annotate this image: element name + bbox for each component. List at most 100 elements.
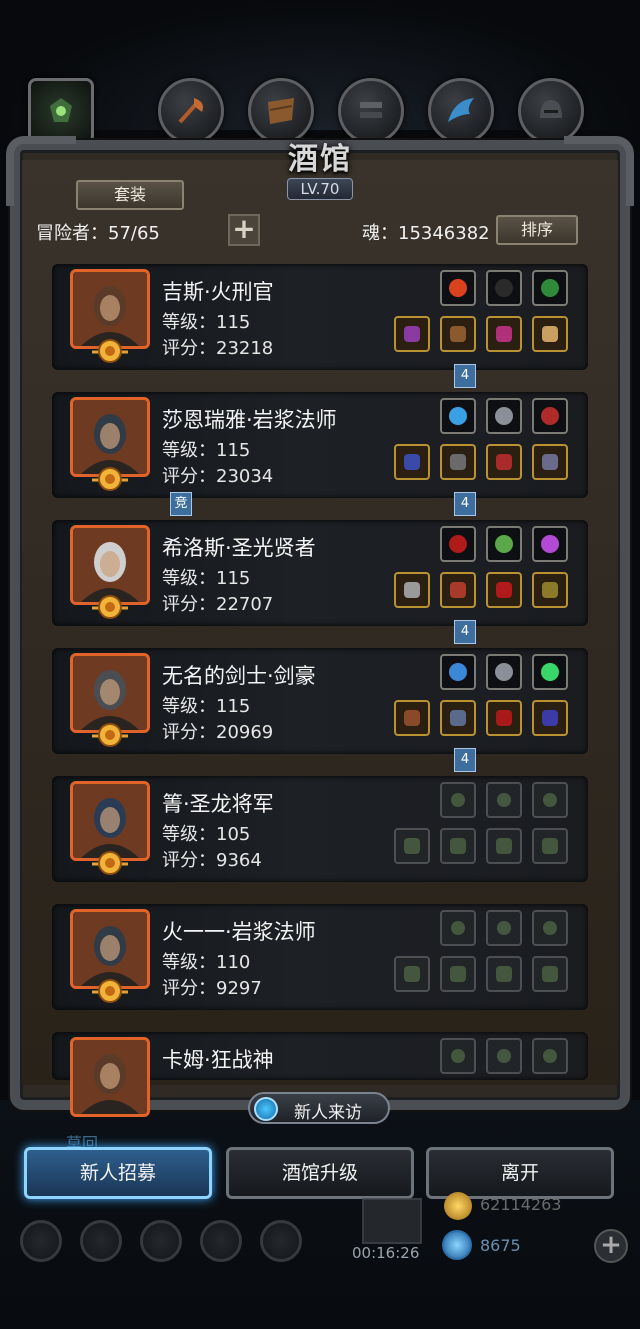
equipment-slot[interactable]: [486, 398, 522, 434]
hero-row[interactable]: 吉斯·火刑官 等级：115 评分：23218: [52, 264, 588, 370]
tavern-upgrade-button[interactable]: 酒馆升级: [226, 1147, 414, 1199]
gold-coin-icon: [444, 1192, 472, 1220]
equipment-slot[interactable]: [440, 398, 476, 434]
equipment-slot[interactable]: [440, 956, 476, 992]
equipment-slot[interactable]: [486, 572, 522, 608]
equipment-slot[interactable]: [486, 316, 522, 352]
hero-row[interactable]: 无名的剑士·剑豪 等级：115 评分：20969: [52, 648, 588, 754]
adventurer-count: 冒险者：57/65: [36, 223, 160, 244]
gem-amount: 8675: [480, 1236, 521, 1255]
hero-row[interactable]: 卡姆·狂战神: [52, 1032, 588, 1117]
frame-corner: [6, 136, 76, 206]
hero-portrait[interactable]: [70, 1037, 150, 1117]
soul-count: 魂：15346382: [362, 223, 490, 244]
equipment-slot[interactable]: [440, 270, 476, 306]
equipment-slot[interactable]: [486, 828, 522, 864]
hero-name: 吉斯·火刑官: [162, 280, 274, 304]
rank-crest-icon: [92, 976, 128, 1006]
new-visitor-label: 新人来访: [294, 1103, 362, 1123]
menu-icon[interactable]: [80, 1220, 122, 1262]
equipment-slot[interactable]: [532, 572, 568, 608]
hero-row[interactable]: 莎恩瑞雅·岩浆法师 等级：115 评分：23034: [52, 392, 588, 498]
equipment-slot[interactable]: [532, 828, 568, 864]
equipment-slot[interactable]: [440, 316, 476, 352]
equipment-slot[interactable]: [532, 316, 568, 352]
equipment-slot[interactable]: [440, 444, 476, 480]
hero-level: 等级：115: [162, 696, 251, 717]
equipment-slot[interactable]: [532, 956, 568, 992]
equipment-slot[interactable]: [440, 654, 476, 690]
hero-level: 等级：115: [162, 568, 251, 589]
equipment-slot[interactable]: [394, 828, 430, 864]
equipment-slot[interactable]: [532, 782, 568, 818]
equipment-slot[interactable]: [394, 316, 430, 352]
hero-score: 评分：23034: [162, 466, 274, 487]
rank-crest-icon: [92, 336, 128, 366]
equipment-slot[interactable]: [440, 910, 476, 946]
equipment-slot[interactable]: [486, 782, 522, 818]
hero-score: 评分：9297: [162, 978, 262, 999]
recruit-button[interactable]: 新人招募: [24, 1147, 212, 1199]
equipment-slot[interactable]: [394, 444, 430, 480]
linked-count-tag: 4: [454, 748, 476, 772]
equipment-slot[interactable]: [394, 572, 430, 608]
rank-crest-icon: [92, 848, 128, 878]
equipment-slot[interactable]: [440, 782, 476, 818]
equipment-slot[interactable]: [532, 444, 568, 480]
linked-count-tag: 4: [454, 492, 476, 516]
equipment-slot[interactable]: [532, 526, 568, 562]
menu-icon[interactable]: [20, 1220, 62, 1262]
linked-count-tag: 4: [454, 620, 476, 644]
wing-icon[interactable]: [428, 78, 494, 144]
equipment-slot[interactable]: [532, 700, 568, 736]
equipment-slot[interactable]: [486, 956, 522, 992]
page-title: 酒馆: [288, 142, 352, 177]
equipment-slot[interactable]: [394, 700, 430, 736]
hero-name: 无名的剑士·剑豪: [162, 664, 316, 688]
helmet-icon[interactable]: [518, 78, 584, 144]
hero-name: 箐·圣龙将军: [162, 792, 274, 816]
equipment-slot[interactable]: [440, 1038, 476, 1074]
hero-score: 评分：22707: [162, 594, 274, 615]
hero-row[interactable]: 希洛斯·圣光贤者 等级：115 评分：22707: [52, 520, 588, 626]
equipment-slot[interactable]: [486, 526, 522, 562]
equipment-slot[interactable]: [394, 956, 430, 992]
new-visitor-button[interactable]: 新人来访: [248, 1092, 390, 1124]
add-adventurer-button[interactable]: +: [228, 214, 260, 246]
suit-button[interactable]: 套装: [76, 180, 184, 210]
menu-icon[interactable]: [200, 1220, 242, 1262]
hero-score: 评分：23218: [162, 338, 274, 359]
guild-icon[interactable]: [28, 78, 94, 144]
menu-icon[interactable]: [140, 1220, 182, 1262]
equipment-slot[interactable]: [440, 572, 476, 608]
frame-corner: [564, 136, 634, 206]
hero-row[interactable]: 箐·圣龙将军 等级：105 评分：9364: [52, 776, 588, 882]
visitor-icon: [254, 1097, 278, 1121]
equipment-slot[interactable]: [486, 910, 522, 946]
equipment-slot[interactable]: [532, 654, 568, 690]
equipment-slot[interactable]: [486, 1038, 522, 1074]
equipment-slot[interactable]: [486, 444, 522, 480]
equipment-slot[interactable]: [440, 526, 476, 562]
hero-level: 等级：110: [162, 952, 251, 973]
equipment-slot[interactable]: [532, 1038, 568, 1074]
equipment-slot[interactable]: [532, 270, 568, 306]
add-currency-button[interactable]: +: [594, 1229, 628, 1263]
equipment-slot[interactable]: [440, 828, 476, 864]
menu-icon[interactable]: [260, 1220, 302, 1262]
hero-score: 评分：9364: [162, 850, 262, 871]
sort-button[interactable]: 排序: [496, 215, 578, 245]
equipment-slot[interactable]: [486, 700, 522, 736]
leave-button[interactable]: 离开: [426, 1147, 614, 1199]
hero-row[interactable]: 火一一·岩浆法师 等级：110 评分：9297: [52, 904, 588, 1010]
axe-icon[interactable]: [158, 78, 224, 144]
hero-name: 卡姆·狂战神: [162, 1048, 274, 1072]
equipment-slot[interactable]: [486, 654, 522, 690]
gift-box-icon[interactable]: [362, 1198, 422, 1244]
equipment-slot[interactable]: [440, 700, 476, 736]
equipment-slot[interactable]: [532, 398, 568, 434]
equipment-slot[interactable]: [532, 910, 568, 946]
rank-crest-icon: [92, 592, 128, 622]
equipment-slot[interactable]: [486, 270, 522, 306]
hero-name: 希洛斯·圣光贤者: [162, 536, 316, 560]
